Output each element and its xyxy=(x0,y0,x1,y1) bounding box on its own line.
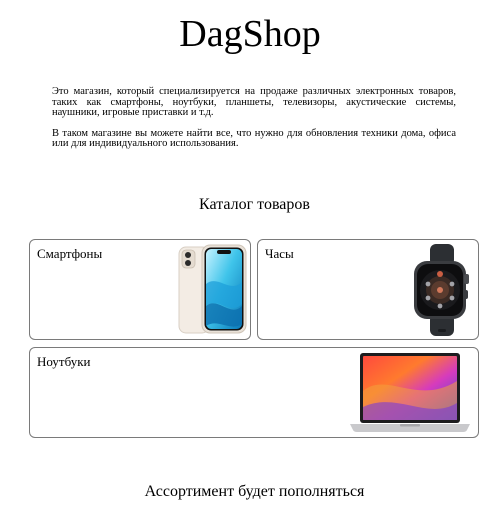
intro-text: Это магазин, который специализируется на… xyxy=(52,86,456,160)
intro-paragraph-2: В таком магазине вы можете найти все, чт… xyxy=(52,127,456,149)
footer-text: Ассортимент будет пополняться xyxy=(144,483,365,500)
catalog-card-laptops[interactable]: Ноутбуки xyxy=(29,347,479,438)
smartphone-image xyxy=(178,244,247,334)
page-title: DagShop xyxy=(179,13,321,55)
catalog-card-smartphones[interactable]: Смартфоны xyxy=(29,239,251,340)
catalog-card-watches[interactable]: Часы xyxy=(257,239,479,340)
intro-paragraph-1: Это магазин, который специализируется на… xyxy=(52,86,456,118)
laptop-image xyxy=(350,353,470,432)
catalog-card-label: Смартфоны xyxy=(37,246,103,261)
catalog-heading: Каталог товаров xyxy=(199,196,310,213)
catalog-card-label: Ноутбуки xyxy=(37,354,91,369)
smartwatch-image xyxy=(414,244,469,336)
catalog-card-label: Часы xyxy=(265,246,294,261)
